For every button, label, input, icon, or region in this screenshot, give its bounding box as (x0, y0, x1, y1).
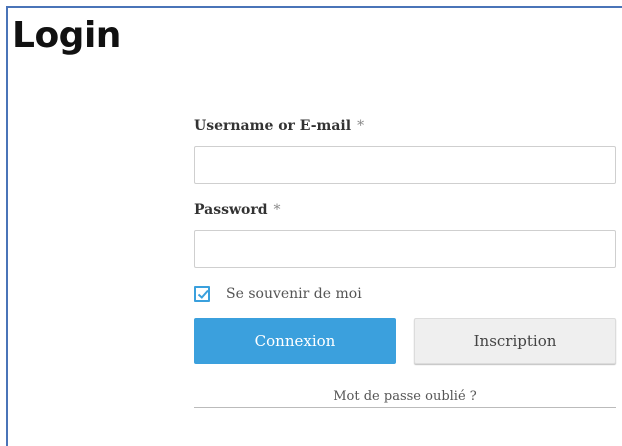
content-frame (6, 6, 622, 446)
remember-me-checkbox[interactable] (194, 286, 210, 302)
username-label: Username or E-mail * (194, 117, 364, 135)
password-label-text: Password (194, 202, 268, 218)
required-marker: * (273, 202, 281, 218)
password-label: Password * (194, 201, 281, 219)
username-label-text: Username or E-mail (194, 118, 352, 134)
required-marker: * (357, 118, 365, 134)
username-input[interactable] (194, 146, 616, 184)
page-title: Login (12, 15, 121, 56)
forgot-password-divider (194, 407, 616, 408)
remember-me-label: Se souvenir de moi (226, 286, 362, 302)
forgot-password-link[interactable]: Mot de passe oublié ? (194, 388, 616, 406)
remember-me-row[interactable]: Se souvenir de moi (194, 284, 362, 304)
checkmark-icon (197, 289, 209, 299)
login-button[interactable]: Connexion (194, 318, 396, 364)
password-input[interactable] (194, 230, 616, 268)
register-button[interactable]: Inscription (414, 318, 616, 364)
